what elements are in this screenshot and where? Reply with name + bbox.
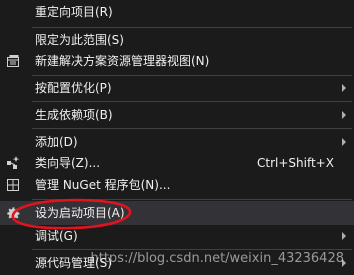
menu-item-redirect-project[interactable]: 重定向项目(R) [0, 0, 354, 24]
menu-item-label: 生成依赖项(B) [35, 108, 113, 122]
new-explorer-view-icon [4, 52, 22, 70]
submenu-arrow-icon [342, 84, 346, 92]
nuget-package-icon [4, 176, 22, 194]
submenu-arrow-icon [342, 138, 346, 146]
gear-icon [4, 204, 22, 222]
menu-item-shortcut: Ctrl+Shift+X [257, 156, 334, 170]
class-wizard-icon [4, 154, 22, 172]
menu-item-label: 按配置优化(P) [35, 81, 112, 95]
menu-item-label: 类向导(Z)... [35, 156, 101, 170]
menu-item-label: 调试(G) [35, 229, 78, 243]
menu-item-new-explorer-view[interactable]: 新建解决方案资源管理器视图(N) [0, 49, 354, 73]
menu-separator [32, 249, 352, 250]
submenu-arrow-icon [342, 232, 346, 240]
menu-item-label: 管理 NuGet 程序包(N)... [35, 178, 171, 192]
menu-item-label: 设为启动项目(A) [35, 206, 125, 220]
menu-separator [32, 101, 352, 102]
menu-separator [32, 128, 352, 129]
menu-item-build-dependencies[interactable]: 生成依赖项(B) [0, 103, 354, 127]
menu-item-label: 重定向项目(R) [35, 5, 113, 19]
context-menu: 重定向项目(R) 限定为此范围(S) 新建解决方案资源管理器视图(N) 按配置优… [0, 0, 354, 275]
menu-item-debug[interactable]: 调试(G) [0, 224, 354, 248]
menu-item-set-as-startup[interactable]: 设为启动项目(A) [0, 201, 354, 225]
menu-separator [32, 199, 352, 200]
watermark-url: https://blog.csdn.net/weixin_43236428 [90, 251, 344, 266]
menu-item-optimize-by-config[interactable]: 按配置优化(P) [0, 76, 354, 100]
submenu-arrow-icon [342, 111, 346, 119]
menu-item-label: 新建解决方案资源管理器视图(N) [35, 54, 210, 68]
menu-item-class-wizard[interactable]: 类向导(Z)... Ctrl+Shift+X [0, 151, 354, 175]
menu-item-manage-nuget[interactable]: 管理 NuGet 程序包(N)... [0, 173, 354, 197]
